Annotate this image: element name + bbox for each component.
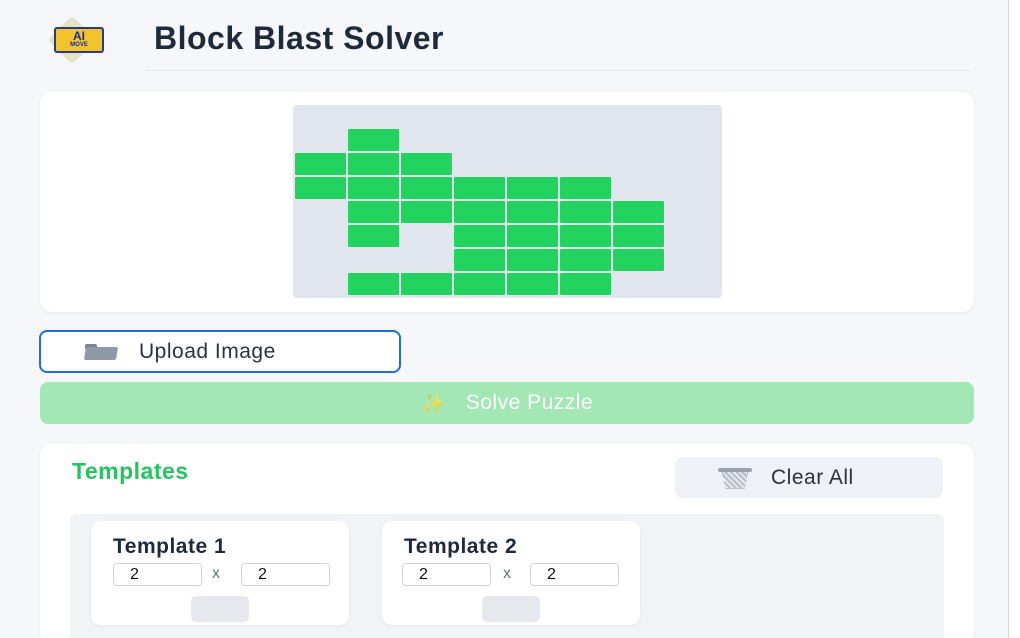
logo-text: AI [73, 29, 85, 43]
board-cell [401, 153, 452, 175]
board-cell [560, 273, 611, 295]
app-logo: AI MOVE [44, 15, 122, 65]
board-cell [560, 225, 611, 247]
clear-all-button[interactable]: Clear All [675, 457, 943, 498]
board-cell [295, 177, 346, 199]
board-cell [348, 273, 399, 295]
upload-image-button[interactable]: Upload Image [39, 330, 401, 373]
app-header: AI MOVE Block Blast Solver [0, 0, 1008, 76]
template-rows-input[interactable] [402, 563, 491, 586]
template-name: Template 2 [404, 535, 518, 558]
solve-puzzle-label: Solve Puzzle [465, 391, 594, 414]
board-card [40, 92, 974, 312]
board-cell [613, 201, 664, 223]
board-cell [613, 225, 664, 247]
templates-title: Templates [72, 458, 189, 484]
board-cell [613, 249, 664, 271]
header-divider [145, 70, 970, 71]
dimension-separator: x [503, 565, 511, 582]
window-edge [1008, 0, 1020, 638]
template-cols-input[interactable] [241, 563, 330, 586]
board-cell [507, 201, 558, 223]
logo-subtext: MOVE [70, 42, 88, 48]
board-cell [560, 201, 611, 223]
template-card-1[interactable]: Template 1 x [91, 521, 349, 625]
puzzle-board[interactable] [293, 105, 722, 298]
sparkles-icon: ✨ [420, 392, 446, 415]
board-cell [454, 201, 505, 223]
board-cell [348, 129, 399, 151]
board-cell [454, 249, 505, 271]
board-cell [401, 201, 452, 223]
board-cell [348, 225, 399, 247]
folder-icon [83, 343, 119, 361]
template-card-2[interactable]: Template 2 x [382, 521, 640, 625]
board-cell [560, 249, 611, 271]
board-cell [507, 273, 558, 295]
board-cell [507, 249, 558, 271]
board-cell [348, 201, 399, 223]
template-cols-input[interactable] [530, 563, 619, 586]
dimension-separator: x [212, 565, 220, 582]
wastebasket-icon [717, 467, 753, 489]
board-cell [454, 177, 505, 199]
board-cell [507, 177, 558, 199]
logo-box: AI MOVE [54, 27, 104, 53]
board-cell [401, 177, 452, 199]
templates-panel: Templates Clear All Template 1 x Templat… [40, 444, 974, 638]
templates-list: Template 1 x Template 2 x [70, 514, 944, 638]
solve-puzzle-button[interactable]: ✨ Solve Puzzle [40, 382, 974, 424]
template-name: Template 1 [113, 535, 227, 558]
board-cell [454, 225, 505, 247]
board-cell [295, 153, 346, 175]
template-apply-button[interactable] [191, 596, 249, 622]
template-apply-button[interactable] [482, 596, 540, 622]
board-cell [454, 273, 505, 295]
template-rows-input[interactable] [113, 563, 202, 586]
board-cell [507, 225, 558, 247]
upload-image-label: Upload Image [139, 339, 276, 363]
board-cell [348, 153, 399, 175]
app-title: Block Blast Solver [154, 20, 444, 56]
board-cell [348, 177, 399, 199]
board-cell [401, 273, 452, 295]
board-cell [560, 177, 611, 199]
clear-all-label: Clear All [771, 465, 854, 489]
